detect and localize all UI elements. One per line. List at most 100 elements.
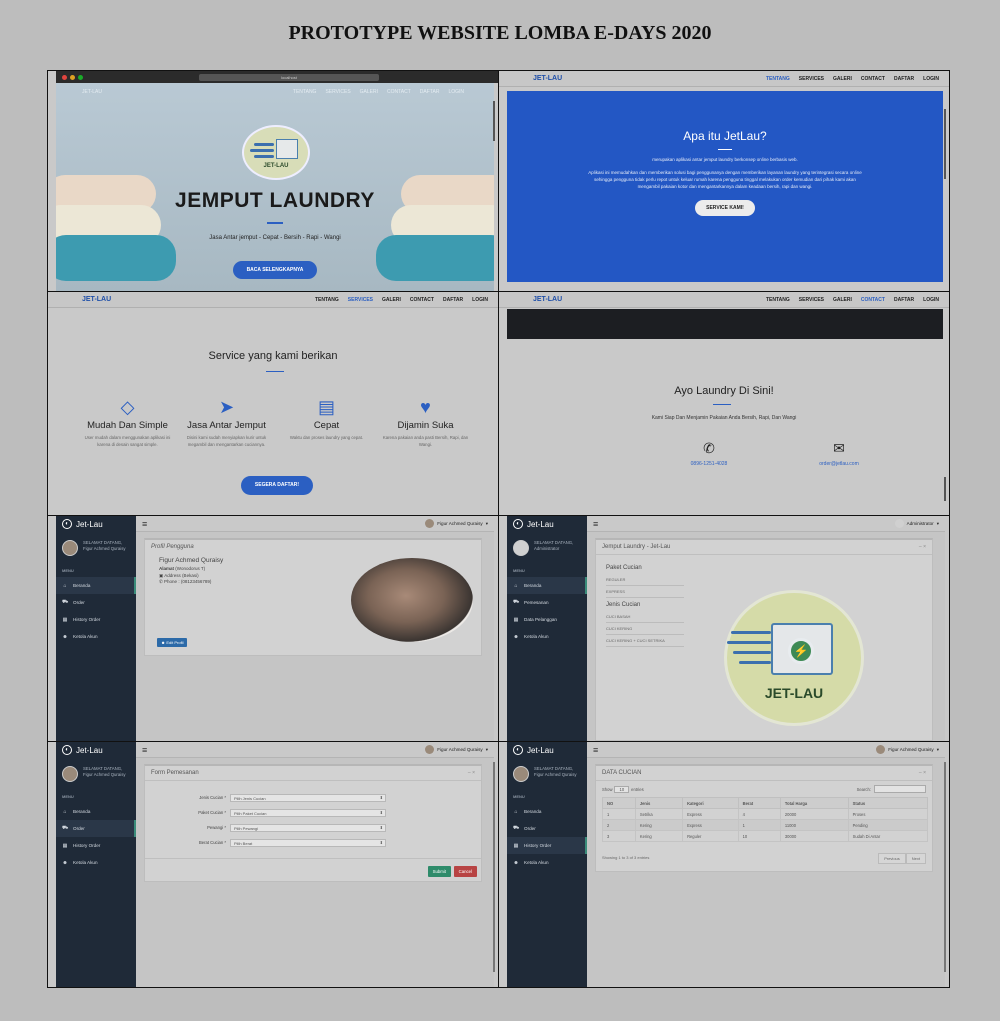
sidebar-item-beranda[interactable]: ⌂ Beranda [507, 577, 587, 594]
user-menu[interactable]: Figur Achmed Quraisy ▾ [425, 519, 488, 528]
sidebar-item-order[interactable]: ⛟ Order [507, 820, 587, 837]
table-icon: ▦ [62, 842, 68, 849]
nav-tentang[interactable]: TENTANG [766, 76, 790, 82]
nav-daftar[interactable]: DAFTAR [443, 297, 463, 303]
sidebar-item-history[interactable]: ▦ History Order [56, 837, 136, 854]
user-menu[interactable]: Figur Achmed Quraisy ▾ [876, 745, 939, 754]
user-menu[interactable]: Figur Achmed Quraisy ▾ [425, 745, 488, 754]
hamburger-icon[interactable]: ≡ [142, 519, 147, 529]
hero-nav-galeri[interactable]: GALERI [360, 89, 378, 95]
hero-nav-services[interactable]: SERVICES [325, 89, 350, 95]
scrollbar[interactable] [493, 101, 495, 141]
sidebar-item-akun[interactable]: ☻ Ketola Akun [56, 854, 136, 871]
jenis-select[interactable]: Pilih Jenis Cucian [230, 793, 386, 802]
hero-nav-contact[interactable]: CONTACT [387, 89, 411, 95]
service-desc: Waktu dan proses laundry yang cepat. [289, 435, 364, 440]
nav-login[interactable]: LOGIN [923, 297, 939, 303]
table-cell: Sudah Di Antar [847, 830, 929, 842]
column-header[interactable]: Status [847, 797, 929, 809]
previous-button[interactable]: Previous [878, 853, 906, 864]
sidebar-item-akun[interactable]: ☻ Ketola Akun [507, 854, 587, 871]
nav-tentang[interactable]: TENTANG [766, 297, 790, 303]
nav-daftar[interactable]: DAFTAR [894, 76, 914, 82]
nav-contact[interactable]: CONTACT [861, 76, 885, 82]
paket-select[interactable]: Pilih Paket Cucian [230, 808, 386, 817]
hero-nav-daftar[interactable]: DAFTAR [420, 89, 440, 95]
nav-galeri[interactable]: GALERI [833, 76, 852, 82]
sidebar-item-beranda[interactable]: ⌂ Beranda [507, 803, 587, 820]
nav-contact[interactable]: CONTACT [410, 297, 434, 303]
sidebar-brand[interactable]: ◐ Jet-Lau [56, 742, 136, 758]
nav-tentang[interactable]: TENTANG [315, 297, 339, 303]
register-button[interactable]: SEGERA DAFTAR! [241, 476, 313, 495]
address-bar[interactable]: localhost [199, 73, 379, 81]
sidebar-brand[interactable]: ◐ Jet-Lau [507, 742, 587, 758]
minimize-dot-icon[interactable] [70, 74, 75, 80]
cancel-button[interactable]: Cancel [453, 866, 477, 877]
close-dot-icon[interactable] [62, 74, 67, 80]
column-header[interactable]: Kategori [682, 797, 739, 809]
search-input[interactable] [874, 785, 926, 793]
sidebar-item-label: History Order [73, 617, 101, 622]
nav-contact[interactable]: CONTACT [861, 297, 885, 303]
nav-brand[interactable]: JET-LAU [533, 75, 562, 82]
nav-brand[interactable]: JET-LAU [82, 296, 111, 303]
hero-nav-login[interactable]: LOGIN [448, 89, 464, 95]
sidebar-item-akun[interactable]: ☻ Ketola Akun [56, 628, 136, 645]
sidebar-item-history[interactable]: ▦ History Order [56, 611, 136, 628]
box-tools-icon[interactable]: – × [468, 770, 475, 776]
scrollbar[interactable] [493, 762, 495, 972]
nav-login[interactable]: LOGIN [923, 76, 939, 82]
column-header[interactable]: Total Harga [779, 797, 849, 809]
column-header[interactable]: Berat [737, 797, 781, 809]
sidebar-item-order[interactable]: ⛟ Order [56, 820, 136, 837]
sidebar-brand[interactable]: ◐ Jet-Lau [56, 516, 136, 532]
page-length-select[interactable]: 10 [614, 786, 630, 793]
main-content: Profil Pengguna Figur Achmed Quraisy Ala… [136, 532, 494, 741]
nav-services[interactable]: SERVICES [799, 76, 824, 82]
box-tools-icon[interactable]: – × [919, 770, 926, 776]
pewangi-select[interactable]: Pilih Pewangi [230, 823, 386, 832]
paket-label: Paket Cucian * [198, 810, 226, 815]
email-link[interactable]: order@jetlau.com [799, 461, 879, 467]
hamburger-icon[interactable]: ≡ [593, 519, 598, 529]
sidebar-item-pemesanan[interactable]: ⛟ Pemesanan [507, 594, 587, 611]
user-menu[interactable]: Administrator ▾ [894, 519, 939, 528]
nav-brand[interactable]: JET-LAU [533, 296, 562, 303]
sidebar-item-history[interactable]: ▦ History Order [507, 837, 587, 854]
nav-login[interactable]: LOGIN [472, 297, 488, 303]
hamburger-icon[interactable]: ≡ [142, 745, 147, 755]
berat-select[interactable]: Pilih Berat [230, 838, 386, 847]
edit-profile-wrap: ☻ Edit Profil [157, 631, 188, 649]
submit-button[interactable]: Submit [427, 866, 451, 877]
service-button[interactable]: SERVICE KAMI! [695, 200, 755, 216]
column-header[interactable]: NO [602, 797, 636, 809]
column-header[interactable]: Jenis [634, 797, 684, 809]
phone-link[interactable]: 0896-1251-4028 [669, 461, 749, 467]
nav-galeri[interactable]: GALERI [833, 297, 852, 303]
nav-services[interactable]: SERVICES [799, 297, 824, 303]
contact-title: Ayo Laundry Di Sini! [674, 385, 774, 397]
hamburger-icon[interactable]: ≡ [593, 745, 598, 755]
scrollbar[interactable] [944, 109, 946, 179]
greeting-text: SELAMAT DATANG, [83, 766, 123, 771]
sidebar-item-akun[interactable]: ☻ Ketola Akun [507, 628, 587, 645]
box-tools-icon[interactable]: – × [919, 544, 926, 550]
hero-nav-brand[interactable]: JET-LAU [82, 89, 102, 95]
scrollbar[interactable] [944, 477, 946, 501]
maximize-dot-icon[interactable] [78, 74, 83, 80]
read-more-button[interactable]: BACA SELENGKAPNYA [233, 261, 317, 279]
hero-nav-tentang[interactable]: TENTANG [293, 89, 317, 95]
nav-services[interactable]: SERVICES [348, 297, 373, 303]
nav-galeri[interactable]: GALERI [382, 297, 401, 303]
edit-profile-button[interactable]: ☻ Edit Profil [157, 638, 188, 647]
sidebar-item-beranda[interactable]: ⌂ Beranda [56, 803, 136, 820]
scrollbar[interactable] [944, 762, 946, 972]
sidebar-item-beranda[interactable]: ⌂ Beranda [56, 577, 136, 594]
sidebar-item-pelanggan[interactable]: ▦ Data Pelanggan [507, 611, 587, 628]
sidebar-brand[interactable]: ◐ Jet-Lau [507, 516, 587, 532]
nav-daftar[interactable]: DAFTAR [894, 297, 914, 303]
sidebar-item-order[interactable]: ⛟ Order [56, 594, 136, 611]
next-button[interactable]: Next [905, 853, 926, 864]
drop-icon: ◐ [62, 519, 72, 529]
